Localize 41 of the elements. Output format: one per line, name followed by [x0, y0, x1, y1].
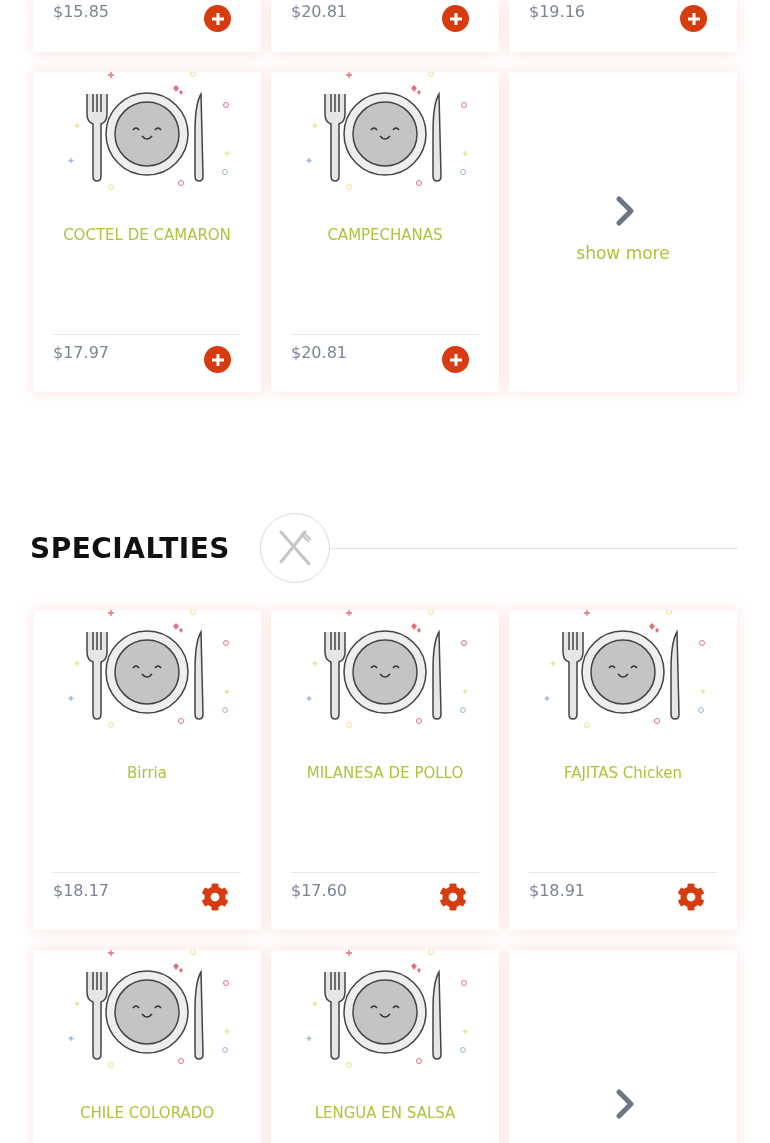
dish-card[interactable]: CHILE COLORADO	[33, 950, 261, 1143]
dish-name: CAMPECHANAS	[326, 226, 444, 244]
settings-icon[interactable]	[677, 883, 705, 911]
show-more-card[interactable]: show more	[509, 72, 737, 392]
dish-price: $17.60	[291, 881, 347, 900]
plus-icon	[686, 11, 701, 26]
dish-name: LENGUA EN SALSA	[313, 1104, 457, 1122]
dish-price: $17.97	[53, 343, 109, 362]
dish-card[interactable]: $20.81	[271, 0, 499, 52]
add-button[interactable]	[680, 5, 707, 32]
dish-card[interactable]: COCTEL DE CAMARON $17.97	[33, 72, 261, 392]
dish-card[interactable]: $19.16	[509, 0, 737, 52]
add-button[interactable]	[442, 5, 469, 32]
dish-card[interactable]: FAJITAS Chicken $18.91	[509, 610, 737, 930]
plus-icon	[210, 352, 225, 367]
settings-icon[interactable]	[439, 883, 467, 911]
plus-icon	[210, 11, 225, 26]
dish-card[interactable]: LENGUA EN SALSA	[271, 950, 499, 1143]
dish-name: COCTEL DE CAMARON	[62, 226, 232, 244]
dish-name: CHILE COLORADO	[78, 1104, 216, 1122]
settings-icon[interactable]	[201, 883, 229, 911]
dish-price: $18.91	[529, 881, 585, 900]
dish-name: Birria	[126, 764, 168, 782]
dish-price: $15.85	[53, 2, 109, 21]
dish-name: MILANESA DE POLLO	[305, 764, 465, 782]
add-button[interactable]	[204, 5, 231, 32]
plus-icon	[448, 352, 463, 367]
dish-card[interactable]: Birria $18.17	[33, 610, 261, 930]
add-button[interactable]	[204, 346, 231, 373]
section-title: SPECIALTIES	[30, 531, 230, 565]
dish-card[interactable]: $15.85	[33, 0, 261, 52]
plus-icon	[448, 11, 463, 26]
add-button[interactable]	[442, 346, 469, 373]
dish-price: $20.81	[291, 343, 347, 362]
dish-card[interactable]: CAMPECHANAS $20.81	[271, 72, 499, 392]
dish-card[interactable]: MILANESA DE POLLO $17.60	[271, 610, 499, 930]
dish-price: $20.81	[291, 2, 347, 21]
dish-price: $18.17	[53, 881, 109, 900]
dish-price: $19.16	[529, 2, 585, 21]
dish-name: FAJITAS Chicken	[562, 764, 684, 782]
show-more-link[interactable]: show more	[576, 243, 670, 263]
